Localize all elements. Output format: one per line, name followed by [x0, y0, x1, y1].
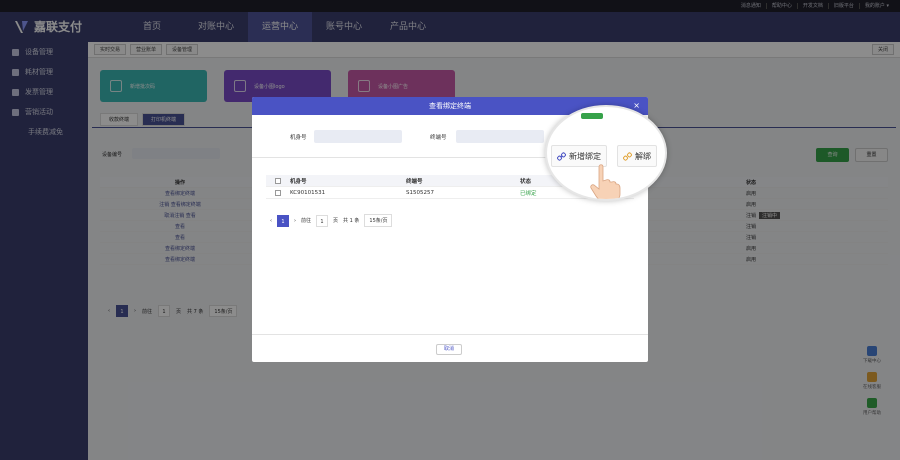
row-checkbox[interactable]	[275, 189, 281, 196]
goto-page-input[interactable]: 1	[316, 214, 329, 227]
goto-label: 前往	[301, 218, 312, 224]
add-binding-label: 新增绑定	[569, 151, 601, 161]
unbind-button[interactable]: 解绑	[617, 145, 657, 167]
col-header-sn: 机身号	[290, 178, 307, 185]
cell-terminal: S1505257	[406, 189, 434, 196]
link-icon	[557, 151, 566, 161]
select-all-checkbox[interactable]	[275, 177, 281, 184]
terminal-input[interactable]	[456, 130, 544, 143]
prev-page-button[interactable]: ‹	[270, 218, 272, 224]
modal-footer-divider	[252, 334, 648, 335]
col-header-terminal: 终端号	[406, 178, 423, 185]
page-size-select[interactable]: 15条/页	[364, 214, 393, 227]
terminal-label: 终端号	[430, 135, 447, 141]
broken-link-icon	[623, 151, 632, 161]
unbind-label: 解绑	[635, 151, 651, 161]
modal-title: 查看绑定终端	[429, 102, 471, 110]
magnified-green-button	[581, 113, 603, 119]
pointer-hand-icon	[590, 164, 621, 199]
sn-label: 机身号	[290, 135, 307, 141]
sn-input[interactable]	[314, 130, 402, 143]
modal-pagination: ‹ 1 › 前往 1 页 共 1 条 15条/页	[270, 214, 393, 227]
magnifier-callout: 新增绑定 解绑	[545, 105, 667, 201]
cancel-button[interactable]: 取消	[436, 344, 462, 355]
cell-sn: KC90101531	[290, 189, 326, 196]
page-suffix: 页	[333, 218, 339, 224]
page-number[interactable]: 1	[277, 214, 289, 227]
next-page-button[interactable]: ›	[294, 218, 296, 224]
total-count: 共 1 条	[343, 218, 360, 224]
